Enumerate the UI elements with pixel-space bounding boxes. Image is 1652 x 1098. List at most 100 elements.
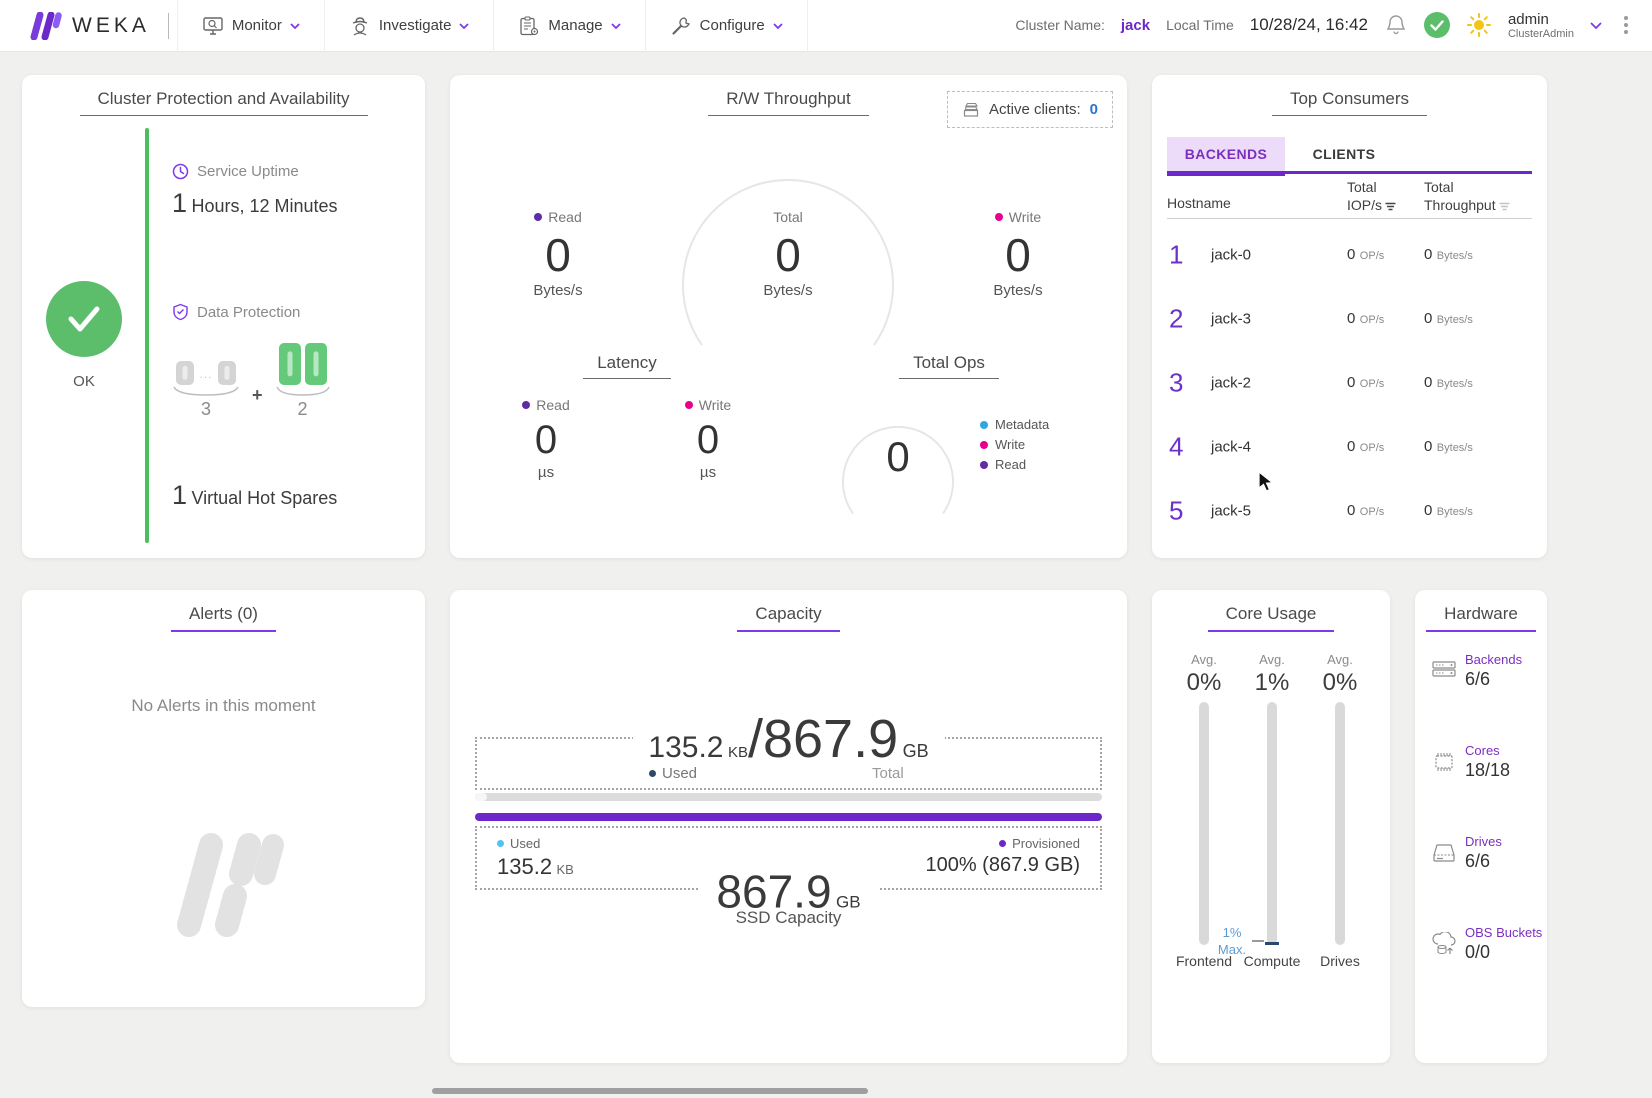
latency-read-label: Read — [536, 397, 569, 413]
capacity-summary-box: 135.2 KB/867.9 GB Used Total — [475, 737, 1102, 790]
drives-usage-bar — [1335, 702, 1345, 945]
sort-icon-active[interactable] — [1385, 202, 1396, 211]
chevron-down-icon — [611, 23, 621, 29]
manage-icon — [518, 16, 540, 36]
main-nav: Monitor Investigate — [177, 0, 808, 52]
row-hostname: jack-4 — [1211, 439, 1251, 456]
nav-item-manage[interactable]: Manage — [494, 0, 645, 52]
service-uptime-block: Service Uptime 1 Hours, 12 Minutes — [172, 163, 338, 219]
card-title: Alerts (0) — [22, 604, 425, 632]
sort-icon-inactive[interactable] — [1499, 202, 1510, 211]
hw-label: Drives — [1465, 834, 1502, 850]
hw-label: Backends — [1465, 652, 1522, 668]
brace-icon — [172, 385, 240, 397]
write-dot — [980, 441, 988, 449]
tab-clients[interactable]: CLIENTS — [1285, 137, 1403, 171]
card-title: Capacity — [450, 604, 1127, 632]
nav-item-investigate[interactable]: Investigate — [325, 0, 495, 52]
cloud-bucket-icon — [1431, 932, 1457, 956]
metadata-dot — [980, 421, 988, 429]
user-role: ClusterAdmin — [1508, 28, 1574, 41]
write-unit: Bytes/s — [958, 282, 1078, 299]
dp-data-bar — [218, 361, 236, 385]
hardware-item-backends[interactable]: Backends 6/6 — [1431, 652, 1522, 691]
uptime-value: 1 Hours, 12 Minutes — [172, 188, 338, 219]
nav-label: Monitor — [232, 17, 282, 34]
nav-label: Investigate — [379, 17, 452, 34]
notifications-bell-icon[interactable] — [1384, 13, 1408, 37]
row-rank: 1 — [1169, 240, 1183, 271]
horizontal-scrollbar[interactable] — [432, 1088, 868, 1094]
total-label: Total — [773, 209, 803, 225]
total-ops-legend: Metadata Write Read — [980, 417, 1049, 472]
table-row[interactable]: 1 jack-0 0 OP/s 0 Bytes/s — [1167, 223, 1532, 287]
table-row[interactable]: 4 jack-4 0 OP/s 0 Bytes/s — [1167, 415, 1532, 479]
cluster-name-label: Cluster Name: — [1015, 17, 1104, 33]
row-iops: 0 OP/s — [1347, 310, 1384, 328]
table-row[interactable]: 5 jack-5 0 OP/s 0 Bytes/s — [1167, 479, 1532, 543]
divider — [168, 13, 169, 39]
shield-check-icon — [172, 303, 189, 321]
server-icon — [1431, 659, 1457, 683]
row-throughput: 0 Bytes/s — [1424, 374, 1473, 392]
mouse-cursor — [1258, 471, 1276, 493]
hw-value: 6/6 — [1465, 850, 1502, 873]
drive-icon — [1431, 841, 1457, 865]
weka-logo: WEKA — [14, 12, 160, 40]
compute-max-marker — [1265, 942, 1279, 945]
row-throughput: 0 Bytes/s — [1424, 502, 1473, 520]
card-rw-throughput: R/W Throughput Active clients: 0 Read 0 … — [450, 75, 1127, 558]
table-row[interactable]: 3 jack-2 0 OP/s 0 Bytes/s — [1167, 351, 1532, 415]
active-clients-box: Active clients: 0 — [947, 91, 1113, 128]
chevron-down-icon — [773, 23, 783, 29]
col-header-hostname: Hostname — [1167, 195, 1231, 213]
user-menu[interactable]: admin ClusterAdmin — [1508, 11, 1574, 41]
capacity-total-label: Total — [872, 765, 904, 782]
hw-value: 18/18 — [1465, 759, 1510, 782]
row-rank: 5 — [1169, 496, 1183, 527]
dp-plus-sign: + — [252, 385, 263, 420]
read-throughput-stat: Read 0 Bytes/s — [498, 209, 618, 299]
card-capacity: Capacity 135.2 KB/867.9 GB Used Total Us… — [450, 590, 1127, 1063]
row-iops: 0 OP/s — [1347, 438, 1384, 456]
user-menu-chevron-icon[interactable] — [1590, 22, 1602, 29]
nav-item-monitor[interactable]: Monitor — [177, 0, 325, 52]
compute-usage-bar — [1267, 702, 1277, 945]
active-clients-value: 0 — [1090, 101, 1098, 118]
row-hostname: jack-0 — [1211, 247, 1251, 264]
provisioned-bar — [475, 813, 1102, 821]
write-dot — [685, 401, 693, 409]
read-dot — [522, 401, 530, 409]
write-label: Write — [1009, 209, 1041, 225]
hardware-item-cores[interactable]: Cores 18/18 — [1431, 743, 1510, 782]
configure-icon — [670, 16, 692, 36]
chevron-down-icon — [290, 23, 300, 29]
provisioned-label: Provisioned — [999, 836, 1080, 851]
hardware-item-obs-buckets[interactable]: OBS Buckets 0/0 — [1431, 925, 1542, 964]
tab-backends[interactable]: BACKENDS — [1167, 137, 1285, 171]
hardware-item-drives[interactable]: Drives 6/6 — [1431, 834, 1502, 873]
consumers-rows: 1 jack-0 0 OP/s 0 Bytes/s 2 jack-3 0 OP/… — [1167, 223, 1532, 543]
dp-data-bar — [176, 361, 194, 385]
theme-sun-icon[interactable] — [1466, 12, 1492, 38]
clock-icon — [172, 163, 189, 180]
weka-logo-icon — [28, 12, 62, 40]
ssd-used-label: Used — [497, 836, 540, 851]
drives-label: Drives — [1300, 953, 1380, 969]
ssd-detail-box: Used 135.2 KB Provisioned 100% (867.9 GB… — [475, 826, 1102, 890]
row-iops: 0 OP/s — [1347, 246, 1384, 264]
nav-item-configure[interactable]: Configure — [646, 0, 808, 52]
cluster-status-ok-icon[interactable] — [1424, 12, 1450, 38]
latency-read-value: 0 — [486, 419, 606, 461]
read-dot — [534, 213, 542, 221]
core-col-drives: Avg. 0% — [1300, 652, 1380, 697]
table-header-separator — [1167, 218, 1532, 219]
card-core-usage: Core Usage Avg. 0% Avg. 1% Avg. 0% 1% Ma… — [1152, 590, 1390, 1063]
dp-data-group: ... 3 — [172, 361, 240, 420]
overflow-menu-icon[interactable] — [1618, 12, 1634, 38]
monitor-icon — [202, 16, 224, 36]
table-row[interactable]: 2 jack-3 0 OP/s 0 Bytes/s — [1167, 287, 1532, 351]
row-rank: 2 — [1169, 304, 1183, 335]
hw-value: 6/6 — [1465, 668, 1522, 691]
row-hostname: jack-3 — [1211, 311, 1251, 328]
